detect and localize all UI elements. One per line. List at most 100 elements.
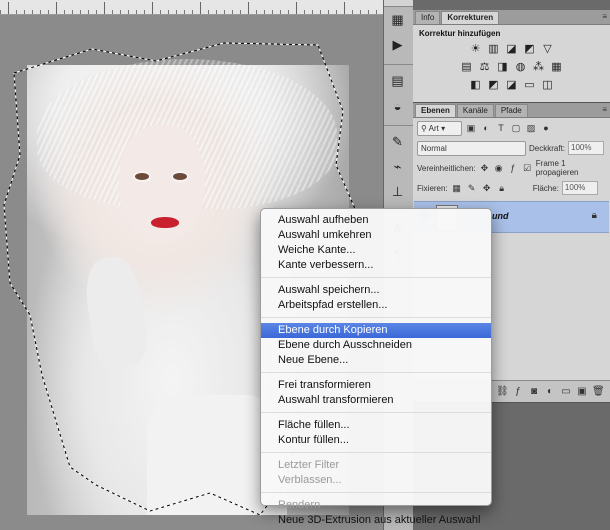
strip-grip[interactable]	[384, 0, 413, 7]
histogram-icon[interactable]: ▦	[384, 8, 411, 32]
filter-kind-select[interactable]: ⚲ Art ▾	[417, 120, 462, 136]
adjustment-row-2: ▤ ⚖ ◨ ◍ ⁂ ▦	[413, 60, 610, 74]
menu-separator	[261, 452, 491, 453]
menu-item: Verblassen...	[278, 474, 342, 486]
unify-position-icon[interactable]: ✥	[479, 162, 490, 174]
threshold-icon[interactable]: ◪	[505, 78, 519, 92]
lock-pixels-icon[interactable]: ✎	[466, 182, 478, 194]
shape-filter-icon[interactable]: ▢	[510, 122, 522, 134]
propagate-label: Frame 1 propagieren	[535, 159, 579, 177]
adjustments-panel: Info Korrekturen ≡ Korrektur hinzufügen …	[413, 10, 610, 103]
exposure-icon[interactable]: ◩	[523, 42, 537, 56]
lock-label: Fixieren:	[417, 183, 448, 193]
opacity-label: Deckkraft:	[529, 143, 566, 153]
filter-toggle-icon[interactable]: ●	[540, 122, 552, 134]
link-layers-icon[interactable]: ⛓	[496, 386, 509, 398]
tab-info[interactable]: Info	[415, 11, 441, 24]
tab-kanaele[interactable]: Kanäle	[456, 104, 494, 117]
menu-item[interactable]: Ebene durch Kopieren	[261, 323, 491, 338]
opacity-field[interactable]: 100%	[568, 141, 605, 155]
layers-panel-menu-icon[interactable]: ≡	[602, 105, 607, 114]
layer-name[interactable]: und	[492, 211, 509, 221]
invert-icon[interactable]: ◧	[469, 78, 483, 92]
pixel-filter-icon[interactable]: ▣	[465, 122, 477, 134]
menu-item[interactable]: Neue 3D-Extrusion aus aktueller Auswahl	[261, 513, 491, 528]
menu-item[interactable]: Auswahl speichern...	[261, 283, 491, 298]
menu-item[interactable]: Kontur füllen...	[261, 433, 491, 448]
color-lookup-icon[interactable]: ▦	[550, 60, 564, 74]
layer-style-icon[interactable]: ƒ	[512, 386, 524, 398]
clone-source-icon[interactable]: ◒	[384, 94, 411, 118]
face-region	[119, 125, 205, 243]
menu-separator	[261, 277, 491, 278]
tool-presets-icon[interactable]: ✎	[384, 130, 411, 154]
menu-item[interactable]: Kante verbessern...	[261, 258, 491, 273]
menu-item[interactable]: Frei transformieren	[261, 378, 491, 393]
color-balance-icon[interactable]: ⚖	[478, 60, 492, 74]
menu-item: Letzter Filter	[278, 459, 340, 471]
fill-field[interactable]: 100%	[561, 181, 598, 195]
blend-row: Normal Deckkraft: 100%	[413, 138, 610, 158]
menu-separator	[261, 317, 491, 318]
play-icon[interactable]: ▶	[384, 33, 411, 57]
fill-label: Fläche:	[532, 183, 559, 193]
tab-pfade[interactable]: Pfade	[494, 104, 528, 117]
levels-icon[interactable]: ▥	[487, 42, 501, 56]
unify-label: Vereinheitlichen:	[417, 163, 476, 173]
smartobject-filter-icon[interactable]: ▨	[525, 122, 537, 134]
selective-color-icon[interactable]: ◫	[541, 78, 555, 92]
hue-saturation-icon[interactable]: ▤	[460, 60, 474, 74]
menu-item: Rendern	[278, 499, 321, 511]
red-lips	[151, 217, 179, 228]
delete-layer-icon[interactable]: 🗑︎	[592, 386, 605, 398]
horizontal-ruler	[0, 0, 383, 15]
brush-presets-icon[interactable]: ▤	[384, 69, 411, 93]
tab-ebenen[interactable]: Ebenen	[415, 104, 456, 117]
new-adjustment-icon[interactable]: ◐	[544, 386, 556, 398]
propagate-checkbox[interactable]: ☑	[522, 162, 533, 174]
panel-menu-icon[interactable]: ≡	[602, 12, 607, 21]
filter-kind-value: Art	[428, 123, 439, 133]
adjustment-row-3: ◧ ◩ ◪ ▭ ◫	[413, 78, 610, 92]
menu-item[interactable]: Ebene durch Ausschneiden	[261, 338, 491, 353]
raised-hand	[81, 253, 151, 371]
add-mask-icon[interactable]: ◙	[528, 386, 540, 398]
menu-item[interactable]: Auswahl aufheben	[261, 213, 491, 228]
brush-icon[interactable]: ⌁	[384, 155, 411, 179]
adjustments-tabbar: Info Korrekturen	[413, 10, 610, 25]
lock-position-icon[interactable]: ✥	[481, 182, 493, 194]
channel-mixer-icon[interactable]: ⁂	[532, 60, 546, 74]
tab-korrekturen[interactable]: Korrekturen	[441, 11, 500, 24]
menu-item[interactable]: Weiche Kante...	[261, 243, 491, 258]
menu-item[interactable]: Fläche füllen...	[261, 418, 491, 433]
unify-row: Vereinheitlichen: ✥ ◉ ƒ ☑ Frame 1 propag…	[413, 158, 610, 178]
stamp-icon[interactable]: ⊥	[384, 180, 411, 204]
brightness-icon[interactable]: ☀	[469, 42, 483, 56]
menu-separator	[261, 412, 491, 413]
adjustment-filter-icon[interactable]: ◐	[480, 122, 492, 134]
gradient-map-icon[interactable]: ▭	[523, 78, 537, 92]
menu-item[interactable]: Auswahl transformieren	[261, 393, 491, 408]
menu-separator	[261, 372, 491, 373]
lock-all-icon[interactable]: 🔒︎	[496, 182, 508, 194]
menu-separator	[261, 492, 491, 493]
unify-visibility-icon[interactable]: ◉	[493, 162, 504, 174]
blend-mode-select[interactable]: Normal	[417, 140, 526, 156]
type-filter-icon[interactable]: T	[495, 122, 507, 134]
posterize-icon[interactable]: ◩	[487, 78, 501, 92]
vibrance-icon[interactable]: ▽	[541, 42, 555, 56]
menu-item[interactable]: Auswahl umkehren	[261, 228, 491, 243]
menu-item[interactable]: Arbeitspfad erstellen...	[261, 298, 491, 313]
new-group-icon[interactable]: ▭	[560, 386, 572, 398]
adjustment-row-1: ☀ ▥ ◪ ◩ ▽	[413, 42, 610, 56]
lock-transparency-icon[interactable]: ▦	[451, 182, 463, 194]
curves-icon[interactable]: ◪	[505, 42, 519, 56]
adjustments-title: Korrektur hinzufügen	[419, 29, 501, 38]
layers-tabbar: Ebenen Kanäle Pfade	[413, 103, 610, 118]
layer-filter-row: ⚲ Art ▾ ▣ ◐ T ▢ ▨ ●	[413, 118, 610, 138]
menu-item[interactable]: Neue Ebene...	[261, 353, 491, 368]
photo-filter-icon[interactable]: ◍	[514, 60, 528, 74]
unify-style-icon[interactable]: ƒ	[507, 162, 518, 174]
black-white-icon[interactable]: ◨	[496, 60, 510, 74]
new-layer-icon[interactable]: ▣	[576, 386, 588, 398]
